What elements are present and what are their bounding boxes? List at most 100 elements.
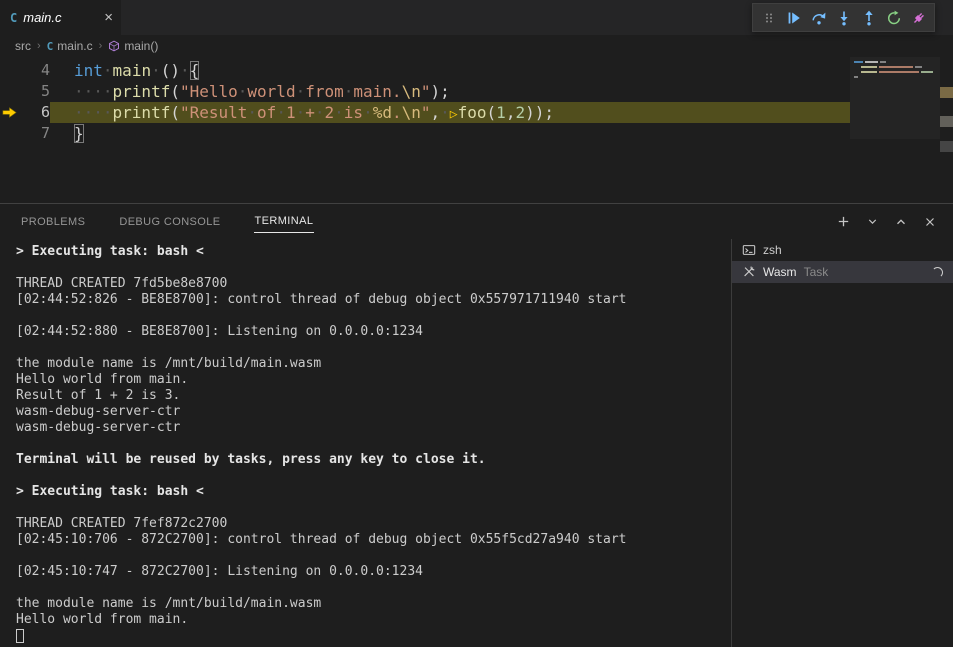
code-token: , xyxy=(431,103,441,122)
breadcrumb-separator-icon: › xyxy=(36,40,42,52)
terminal-line xyxy=(16,260,731,276)
code-token: · xyxy=(103,61,113,80)
terminal-line xyxy=(16,340,731,356)
disconnect-icon[interactable] xyxy=(906,5,931,30)
minimap[interactable] xyxy=(850,57,940,139)
breadcrumb-item-file[interactable]: C main.c xyxy=(47,39,93,53)
code-token: "Hello xyxy=(180,82,238,101)
breadcrumb: src › C main.c › main() xyxy=(0,35,953,57)
terminal-line xyxy=(16,436,731,452)
launch-profile-chevron-icon[interactable] xyxy=(863,213,881,231)
code-token: of xyxy=(257,103,276,122)
tab-debug-console[interactable]: DEBUG CONSOLE xyxy=(118,211,221,233)
terminal-line xyxy=(16,468,731,484)
terminal-icon xyxy=(742,243,756,257)
panel-header: PROBLEMS DEBUG CONSOLE TERMINAL xyxy=(0,204,953,239)
breakpoint-gutter[interactable] xyxy=(0,60,20,81)
terminal-tabs-sidebar: zsh Wasm Task xyxy=(731,239,953,647)
code-token: %d xyxy=(373,103,392,122)
code-token: main. xyxy=(353,82,401,101)
code-text[interactable]: ····printf("Result·of·1·+·2·is·%d.\n",·▷… xyxy=(50,102,850,123)
breadcrumb-item-symbol[interactable]: main() xyxy=(108,39,158,53)
code-token: ( xyxy=(487,103,497,122)
code-token: main xyxy=(113,61,152,80)
step-into-icon[interactable] xyxy=(831,5,856,30)
terminal-output[interactable]: > Executing task: bash < THREAD CREATED … xyxy=(0,239,731,647)
drag-handle-icon[interactable] xyxy=(756,5,781,30)
close-panel-icon[interactable] xyxy=(921,213,939,231)
new-terminal-icon[interactable] xyxy=(834,213,852,231)
method-symbol-icon xyxy=(108,40,120,52)
code-token: "Result xyxy=(180,103,247,122)
tab-terminal[interactable]: TERMINAL xyxy=(254,210,315,233)
terminal-line: Hello world from main. xyxy=(16,372,731,388)
breadcrumb-item-src[interactable]: src xyxy=(15,39,31,53)
code-text[interactable]: int·main·()·{ xyxy=(50,60,850,81)
terminal-line: [02:44:52:826 - BE8E8700]: control threa… xyxy=(16,292,731,308)
step-out-icon[interactable] xyxy=(856,5,881,30)
terminal-line: Result of 1 + 2 is 3. xyxy=(16,388,731,404)
terminal-line: the module name is /mnt/build/main.wasm xyxy=(16,596,731,612)
ruler-mark xyxy=(940,87,953,98)
c-file-icon: C xyxy=(10,11,17,25)
terminal-instance-sublabel: Task xyxy=(804,265,829,279)
terminal-line: [02:45:10:747 - 872C2700]: Listening on … xyxy=(16,564,731,580)
code-token: ▷ xyxy=(450,107,458,122)
code-token: { xyxy=(190,61,200,80)
overview-ruler-scrollbar[interactable] xyxy=(940,57,953,203)
code-line-4: 4 int·main·()·{ xyxy=(0,60,850,81)
code-token: ···· xyxy=(74,103,113,122)
code-token: · xyxy=(334,103,344,122)
code-token: ); xyxy=(430,82,449,101)
terminal-line xyxy=(16,548,731,564)
code-token: · xyxy=(276,103,286,122)
code-token: ( xyxy=(170,103,180,122)
restart-icon[interactable] xyxy=(881,5,906,30)
code-text[interactable]: } xyxy=(50,123,850,144)
editor-tab-bar: C main.c × xyxy=(0,0,953,35)
code-token: )); xyxy=(525,103,554,122)
continue-icon[interactable] xyxy=(781,5,806,30)
code-token: foo xyxy=(458,103,487,122)
line-number: 6 xyxy=(20,102,50,123)
tab-main-c[interactable]: C main.c × xyxy=(0,0,122,35)
terminal-instance-zsh[interactable]: zsh xyxy=(732,239,953,261)
code-token: ···· xyxy=(74,82,113,101)
terminal-line: THREAD CREATED 7fef872c2700 xyxy=(16,516,731,532)
terminal-line: Terminal will be reused by tasks, press … xyxy=(16,452,731,468)
breakpoint-gutter[interactable] xyxy=(0,81,20,102)
code-token: 1 xyxy=(286,103,296,122)
code-token: · xyxy=(180,61,190,80)
code-token: 2 xyxy=(325,103,335,122)
terminal-line: > Executing task: bash < xyxy=(16,484,731,500)
breakpoint-gutter[interactable] xyxy=(0,102,20,123)
code-line-7: 7 } xyxy=(0,123,850,144)
terminal-instance-wasm-task[interactable]: Wasm Task xyxy=(732,261,953,283)
terminal-line xyxy=(16,308,731,324)
line-number: 4 xyxy=(20,60,50,81)
code-token: + xyxy=(305,103,315,122)
code-token: · xyxy=(440,103,450,122)
maximize-panel-icon[interactable] xyxy=(892,213,910,231)
code-token: int xyxy=(74,61,103,80)
line-number: 5 xyxy=(20,81,50,102)
code-text[interactable]: ····printf("Hello·world·from·main.\n"); xyxy=(50,81,850,102)
debug-toolbar xyxy=(752,3,935,32)
terminal-instance-label: zsh xyxy=(763,243,782,257)
code-token: \n xyxy=(402,103,421,122)
code-token: · xyxy=(247,103,257,122)
step-over-icon[interactable] xyxy=(806,5,831,30)
breakpoint-gutter[interactable] xyxy=(0,123,20,144)
breadcrumb-label: src xyxy=(15,39,31,53)
code-token: () xyxy=(161,61,180,80)
code-token: 2 xyxy=(515,103,525,122)
ruler-mark xyxy=(940,116,953,127)
code-token: · xyxy=(151,61,161,80)
terminal-line xyxy=(16,500,731,516)
terminal-line: Hello world from main. xyxy=(16,612,731,628)
tab-problems[interactable]: PROBLEMS xyxy=(20,211,86,233)
tab-close-icon[interactable]: × xyxy=(104,10,113,25)
breadcrumb-label: main() xyxy=(124,39,158,53)
code-token: · xyxy=(363,103,373,122)
loading-spinner-icon xyxy=(932,267,943,278)
